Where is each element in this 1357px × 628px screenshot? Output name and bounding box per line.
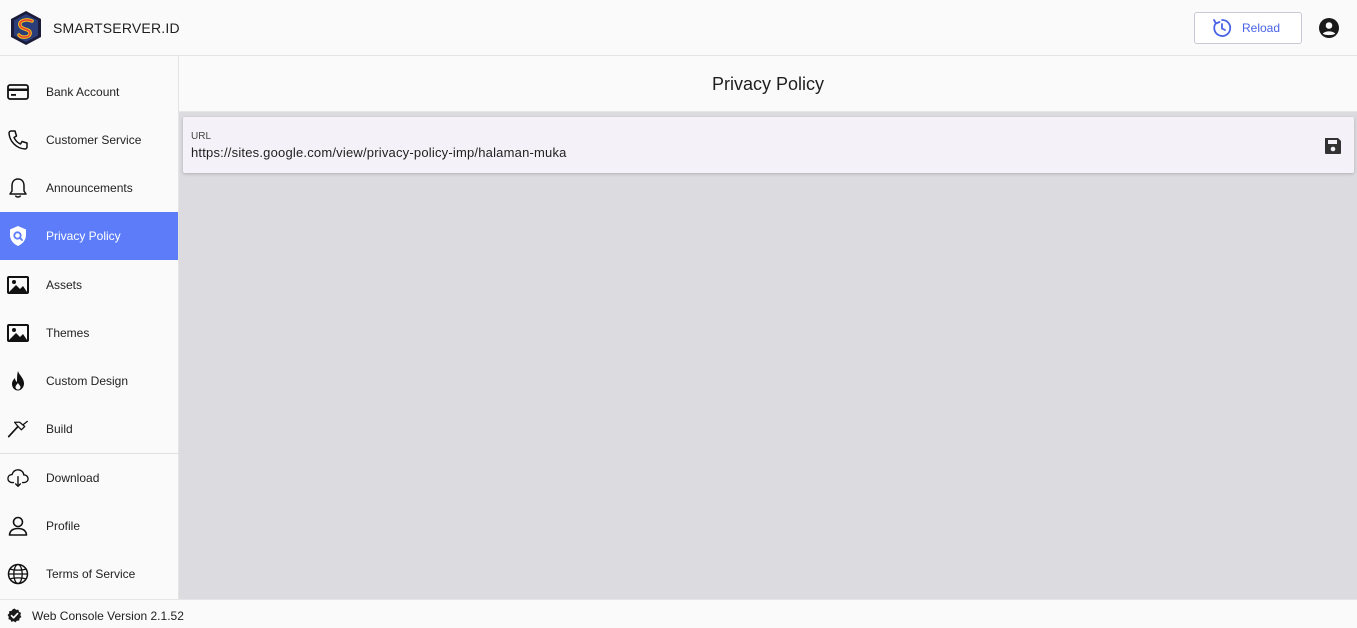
person-icon <box>7 515 29 537</box>
page-title: Privacy Policy <box>711 74 825 94</box>
sidebar-item-label: Terms of Service <box>46 567 136 581</box>
account-circle-icon[interactable] <box>1318 17 1340 39</box>
footer: Web Console Version 2.1.52 <box>0 599 1357 628</box>
reload-button[interactable]: Reload <box>1194 12 1302 44</box>
sidebar-item-custom-design[interactable]: Custom Design <box>0 357 178 405</box>
sidebar-item-label: Download <box>46 471 100 485</box>
url-field-label: URL <box>191 131 212 142</box>
smartserver-logo[interactable] <box>8 10 44 46</box>
sidebar-item-profile[interactable]: Profile <box>0 502 178 550</box>
reload-clock-icon <box>1212 18 1232 38</box>
image-icon <box>7 322 29 344</box>
flame-icon <box>7 370 29 392</box>
sidebar-item-bank-account[interactable]: Bank Account <box>0 68 178 116</box>
reload-label: Reload <box>1242 21 1281 35</box>
sidebar-item-themes[interactable]: Themes <box>0 309 178 357</box>
shield-search-icon <box>7 225 29 247</box>
version-text: Web Console Version 2.1.52 <box>32 609 184 623</box>
sidebar-item-label: Profile <box>46 519 81 533</box>
image-icon <box>7 274 29 296</box>
sidebar-item-label: Announcements <box>46 181 133 195</box>
sidebar-item-label: Themes <box>46 326 90 340</box>
sidebar-item-announcements[interactable]: Announcements <box>0 164 178 212</box>
credit-card-icon <box>7 81 29 103</box>
phone-icon <box>7 129 29 151</box>
sidebar-item-label: Assets <box>46 278 83 292</box>
save-icon[interactable] <box>1323 136 1343 156</box>
sidebar: Bank Account Customer Service Announceme… <box>0 56 179 599</box>
sidebar-item-terms-of-service[interactable]: Terms of Service <box>0 550 178 598</box>
sidebar-item-label: Custom Design <box>46 374 129 388</box>
url-field-value[interactable]: https://sites.google.com/view/privacy-po… <box>191 145 567 160</box>
main-content: Privacy Policy URL https://sites.google.… <box>179 56 1357 599</box>
top-bar: SMARTSERVER.ID Reload <box>0 0 1357 56</box>
sidebar-item-build[interactable]: Build <box>0 405 178 453</box>
page-header: Privacy Policy <box>179 56 1357 112</box>
sidebar-item-download[interactable]: Download <box>0 454 178 502</box>
bell-icon <box>7 177 29 199</box>
brand-name: SMARTSERVER.ID <box>53 20 180 36</box>
sidebar-item-assets[interactable]: Assets <box>0 261 178 309</box>
sidebar-item-label: Customer Service <box>46 133 142 147</box>
verified-check-icon <box>7 608 22 623</box>
cloud-download-icon <box>7 467 29 489</box>
url-field[interactable]: URL https://sites.google.com/view/privac… <box>183 117 1354 173</box>
globe-icon <box>7 563 29 585</box>
sidebar-item-privacy-policy[interactable]: Privacy Policy <box>0 212 178 260</box>
sidebar-item-label: Privacy Policy <box>46 229 121 243</box>
sidebar-item-customer-service[interactable]: Customer Service <box>0 116 178 164</box>
sidebar-item-label: Build <box>46 422 73 436</box>
sidebar-item-label: Bank Account <box>46 85 120 99</box>
hammer-icon <box>7 418 29 440</box>
